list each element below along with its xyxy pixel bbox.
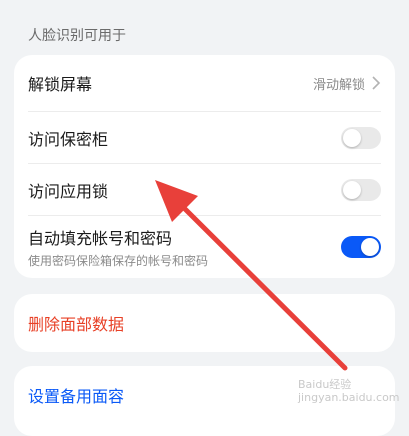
chevron-right-icon xyxy=(372,76,381,90)
app-lock-label: 访问应用锁 xyxy=(28,182,109,201)
autofill-label: 自动填充帐号和密码 xyxy=(28,229,173,248)
app-lock-toggle[interactable] xyxy=(341,179,381,201)
app-lock-row: 访问应用锁 xyxy=(28,164,381,216)
toggle-knob xyxy=(361,238,379,256)
setup-backup-face-label: 设置备用面容 xyxy=(28,387,125,406)
unlock-screen-label: 解锁屏幕 xyxy=(28,75,93,94)
vault-access-label: 访问保密柜 xyxy=(28,130,109,149)
face-recognition-options-card: 解锁屏幕 滑动解锁 访问保密柜 访问应用锁 自动填充帐号和密码 使用密码保险箱保… xyxy=(14,55,395,278)
vault-access-row: 访问保密柜 xyxy=(28,112,381,164)
baidu-watermark: Baidu经验 jingyan.baidu.com xyxy=(298,378,400,404)
unlock-screen-value: 滑动解锁 xyxy=(312,77,365,93)
delete-face-data-card: 删除面部数据 xyxy=(14,294,395,352)
delete-face-data-label: 删除面部数据 xyxy=(28,315,125,334)
delete-face-data-button[interactable]: 删除面部数据 xyxy=(28,294,381,352)
watermark-line2: jingyan.baidu.com xyxy=(298,391,400,404)
unlock-screen-row[interactable]: 解锁屏幕 滑动解锁 xyxy=(28,55,381,111)
unlock-screen-value-wrap: 滑动解锁 xyxy=(313,74,381,93)
watermark-line1: Baidu经验 xyxy=(298,378,352,391)
autofill-row: 自动填充帐号和密码 使用密码保险箱保存的帐号和密码 xyxy=(28,216,381,278)
autofill-toggle[interactable] xyxy=(341,236,381,258)
autofill-subtitle: 使用密码保险箱保存的帐号和密码 xyxy=(28,254,209,268)
toggle-knob xyxy=(343,181,361,199)
section-title: 人脸识别可用于 xyxy=(28,28,126,44)
autofill-text: 自动填充帐号和密码 使用密码保险箱保存的帐号和密码 xyxy=(28,225,208,269)
vault-access-toggle[interactable] xyxy=(341,127,381,149)
toggle-knob xyxy=(343,129,361,147)
